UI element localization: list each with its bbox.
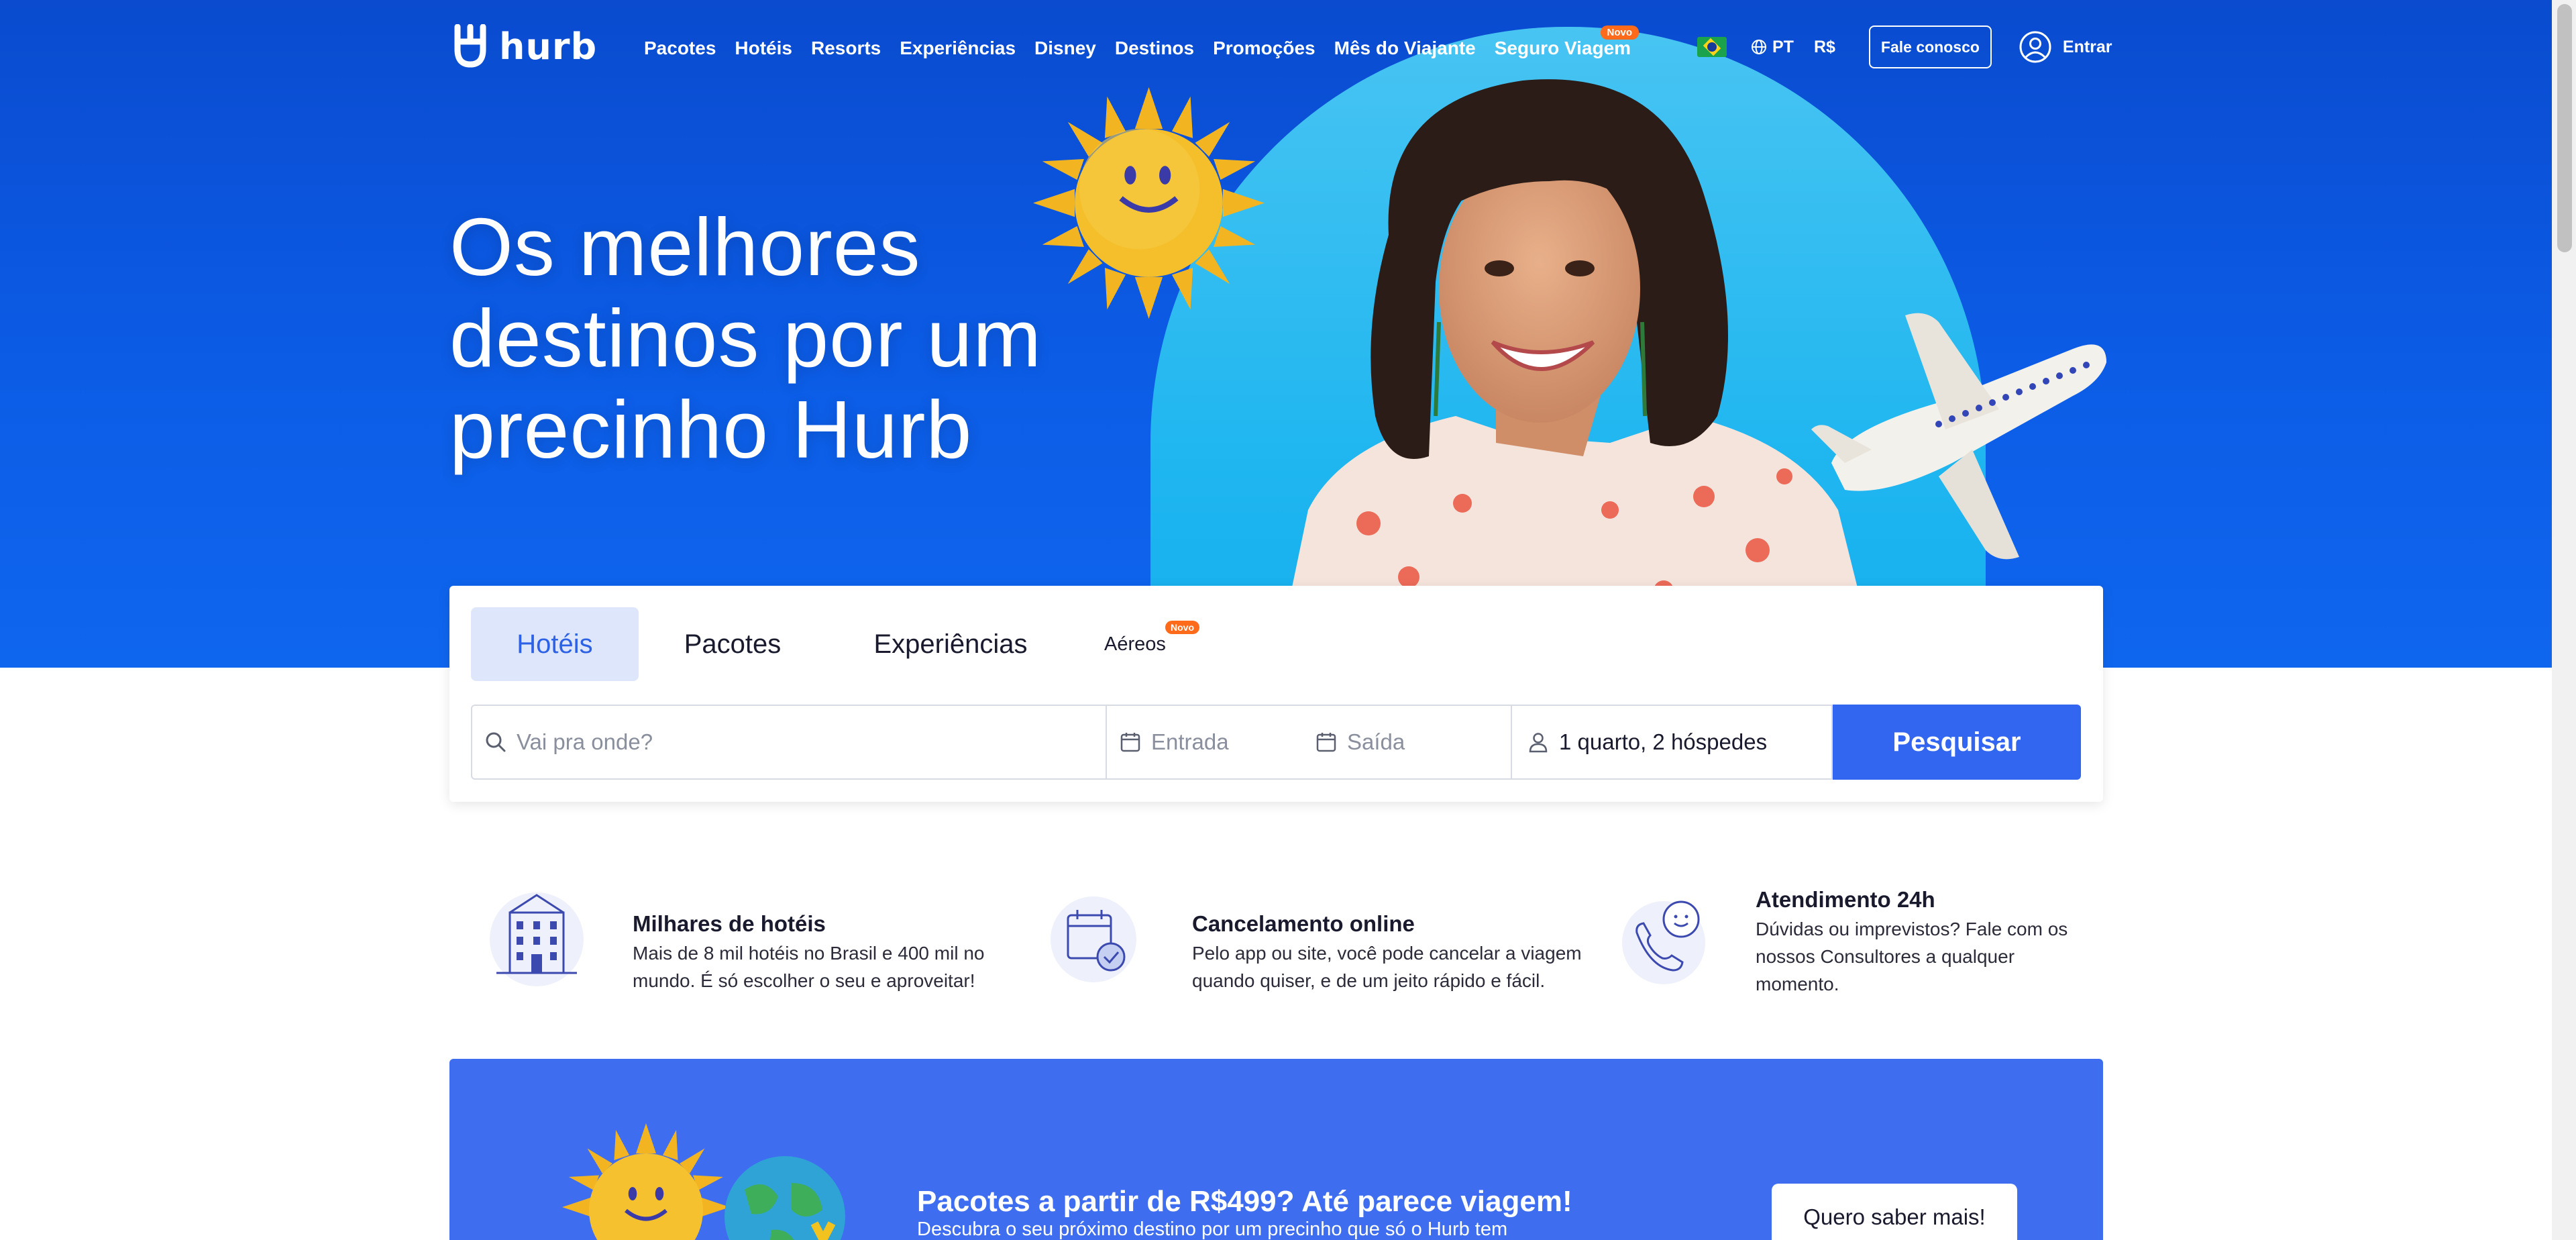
feature-hotels-line-2: mundo. É só escolher o seu e aproveitar! — [633, 970, 975, 991]
hero-headline-line-3: precinho Hurb — [449, 384, 973, 475]
search-form: Vai pra onde? Entrada Saída 1 quarto, 2 … — [471, 705, 2081, 780]
destination-placeholder: Vai pra onde? — [517, 729, 653, 754]
feature-cancellation-description: Pelo app ou site, você pode cancelar a v… — [1192, 939, 1621, 994]
hurb-logo[interactable]: hurb — [448, 24, 597, 68]
language-label: PT — [1772, 37, 1794, 56]
feature-support-line-2: nossos Consultores a qualquer — [1756, 946, 2015, 967]
promo-title: Pacotes a partir de R$499? Até parece vi… — [917, 1185, 1572, 1218]
language-selector[interactable]: PT — [1751, 38, 1794, 57]
airplane-illustration — [1811, 313, 2106, 560]
top-navigation: hurb Pacotes Hotéis Resorts Experiências… — [0, 0, 2552, 94]
feature-support-description: Dúvidas ou imprevistos? Fale com os noss… — [1756, 915, 2158, 998]
menu-item-seguro-viagem-label: Seguro Viagem — [1494, 38, 1631, 58]
new-badge: Novo — [1600, 25, 1640, 40]
menu-item-pacotes[interactable]: Pacotes — [644, 38, 716, 59]
currency-selector[interactable]: R$ — [1814, 38, 1835, 57]
checkout-placeholder: Saída — [1347, 729, 1405, 754]
menu-item-hoteis[interactable]: Hotéis — [735, 38, 792, 59]
nav-utilities: PT R$ Fale conosco Entrar — [1697, 25, 2112, 68]
globe-illustration — [724, 1156, 845, 1240]
feature-cancellation-title: Cancelamento online — [1192, 911, 1415, 936]
search-tabs: Hotéis Pacotes Experiências Aéreos Novo — [471, 607, 1199, 681]
menu-item-experiencias[interactable]: Experiências — [900, 38, 1016, 59]
tab-aereos[interactable]: Aéreos Novo — [1075, 607, 1199, 681]
menu-item-resorts[interactable]: Resorts — [811, 38, 881, 59]
page: Os melhores destinos por um precinho Hur… — [0, 0, 2576, 1240]
brazil-flag-icon[interactable] — [1697, 37, 1727, 57]
menu-item-disney[interactable]: Disney — [1034, 38, 1096, 59]
feature-support-text: Atendimento 24h Dúvidas ou imprevistos? … — [1756, 887, 2158, 998]
checkin-placeholder: Entrada — [1151, 729, 1229, 754]
menu-item-seguro-viagem[interactable]: Seguro Viagem Novo — [1494, 25, 1640, 59]
guests-field[interactable]: 1 quarto, 2 hóspedes — [1512, 705, 1833, 780]
hurb-logo-icon — [454, 24, 486, 68]
destination-field[interactable]: Vai pra onde? — [471, 705, 1107, 780]
calendar-icon — [1316, 733, 1336, 752]
feature-cancellation-line-2: quando quiser, e de um jeito rápido e fá… — [1192, 970, 1546, 991]
menu-item-destinos[interactable]: Destinos — [1115, 38, 1194, 59]
feature-hotels-text: Milhares de hotéis Mais de 8 mil hotéis … — [633, 911, 1035, 994]
feature-hotels-line-1: Mais de 8 mil hotéis no Brasil e 400 mil… — [633, 943, 985, 964]
calendar-check-icon — [1051, 896, 1136, 982]
feature-cancellation-line-1: Pelo app ou site, você pode cancelar a v… — [1192, 943, 1582, 964]
feature-hotels-description: Mais de 8 mil hotéis no Brasil e 400 mil… — [633, 939, 1035, 994]
menu-item-mes-do-viajante[interactable]: Mês do Viajante — [1334, 38, 1476, 59]
hero-headline: Os melhores destinos por um precinho Hur… — [449, 201, 1120, 475]
person-icon — [1529, 733, 1548, 753]
tab-aereos-label: Aéreos — [1104, 633, 1166, 655]
brand-name: hurb — [499, 25, 598, 68]
calendar-icon — [1120, 733, 1140, 752]
promo-banner: Pacotes a partir de R$499? Até parece vi… — [449, 1059, 2103, 1240]
search-button[interactable]: Pesquisar — [1833, 705, 2081, 780]
hotel-building-icon — [490, 892, 584, 986]
scrollbar-thumb[interactable] — [2557, 4, 2572, 252]
login-label: Entrar — [2062, 37, 2112, 56]
globe-icon — [1752, 40, 1766, 54]
promo-subtitle: Descubra o seu próximo destino por um pr… — [917, 1219, 1508, 1240]
login-button[interactable]: Entrar — [2019, 30, 2112, 64]
feature-support-title: Atendimento 24h — [1756, 887, 1935, 912]
feature-cancellation-text: Cancelamento online Pelo app ou site, vo… — [1192, 911, 1621, 994]
new-badge: Novo — [1165, 621, 1199, 634]
sun-illustration — [562, 1123, 730, 1240]
promo-learn-more-button[interactable]: Quero saber mais! — [1772, 1184, 2017, 1240]
search-icon — [486, 732, 506, 752]
date-range-field: Entrada Saída — [1107, 705, 1512, 780]
hero-headline-line-2: destinos por um — [449, 293, 1042, 384]
tab-pacotes[interactable]: Pacotes — [639, 607, 826, 681]
checkin-field[interactable]: Entrada — [1119, 729, 1315, 755]
contact-button[interactable]: Fale conosco — [1868, 25, 1992, 68]
page-scrollbar[interactable] — [2552, 0, 2576, 1240]
guests-value: 1 quarto, 2 hóspedes — [1559, 729, 1768, 754]
main-menu: Pacotes Hotéis Resorts Experiências Disn… — [644, 25, 1640, 59]
tab-experiencias[interactable]: Experiências — [826, 607, 1075, 681]
hero-banner: Os melhores destinos por um precinho Hur… — [0, 0, 2552, 668]
feature-support-line-3: momento. — [1756, 974, 1839, 994]
feature-support-line-1: Dúvidas ou imprevistos? Fale com os — [1756, 919, 2068, 939]
hero-headline-line-1: Os melhores — [449, 201, 921, 293]
chat-phone-icon — [1622, 900, 1705, 984]
menu-item-promocoes[interactable]: Promoções — [1213, 38, 1316, 59]
feature-hotels-title: Milhares de hotéis — [633, 911, 826, 936]
search-card: Hotéis Pacotes Experiências Aéreos Novo … — [449, 586, 2103, 802]
checkout-field[interactable]: Saída — [1315, 729, 1511, 755]
user-icon — [2019, 31, 2051, 63]
tab-hoteis[interactable]: Hotéis — [471, 607, 639, 681]
